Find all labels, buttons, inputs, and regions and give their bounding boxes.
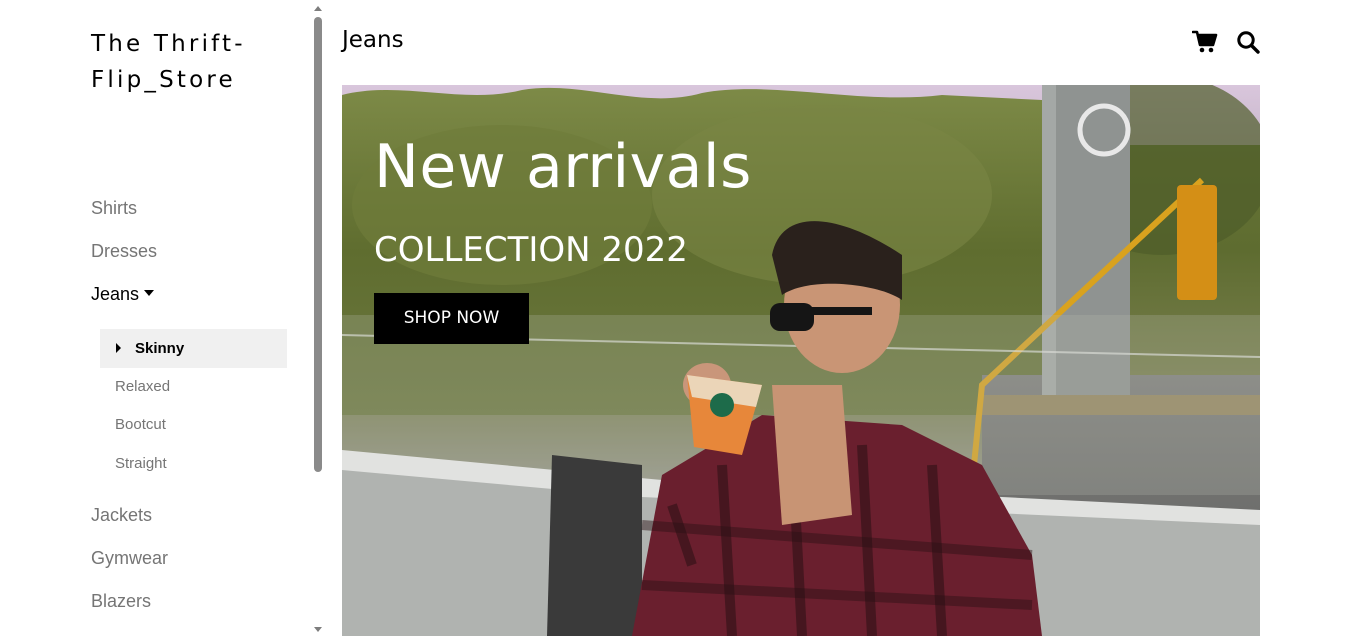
page-title: Jeans	[342, 27, 404, 53]
sub-item-skinny[interactable]: Skinny	[100, 329, 287, 368]
sidebar: The Thrift-Flip_Store Shirts Dresses Jea…	[0, 0, 311, 636]
caret-right-icon	[116, 343, 121, 354]
sidebar-item-gymwear[interactable]: Gymwear	[91, 548, 168, 569]
scrollbar-thumb[interactable]	[314, 17, 322, 472]
sub-item-straight[interactable]: Straight	[100, 444, 287, 483]
sidebar-item-jackets[interactable]: Jackets	[91, 505, 152, 526]
sidebar-item-dresses[interactable]: Dresses	[91, 241, 157, 262]
sub-item-bootcut[interactable]: Bootcut	[100, 405, 287, 444]
sidebar-item-blazers[interactable]: Blazers	[91, 591, 151, 612]
sidebar-scrollbar[interactable]	[311, 0, 326, 636]
shopping-cart-icon[interactable]	[1191, 30, 1218, 54]
sidebar-item-shirts[interactable]: Shirts	[91, 198, 137, 219]
brand-logo-text[interactable]: The Thrift-Flip_Store	[91, 26, 291, 98]
shop-now-button[interactable]: SHOP NOW	[374, 293, 529, 344]
search-icon[interactable]	[1236, 30, 1262, 54]
scroll-down-arrow-icon[interactable]	[314, 627, 322, 632]
hero-subheadline: COLLECTION 2022	[374, 230, 688, 270]
caret-down-icon	[144, 290, 155, 297]
sidebar-item-jeans-label: Jeans	[91, 284, 140, 304]
scroll-up-arrow-icon[interactable]	[314, 6, 322, 11]
hero-headline: New arrivals	[374, 132, 752, 202]
sub-item-relaxed[interactable]: Relaxed	[100, 367, 287, 406]
hero-banner[interactable]: New arrivals COLLECTION 2022 SHOP NOW	[342, 85, 1260, 636]
sidebar-item-jeans[interactable]: Jeans	[91, 284, 155, 305]
sub-item-skinny-label: Skinny	[135, 340, 185, 357]
